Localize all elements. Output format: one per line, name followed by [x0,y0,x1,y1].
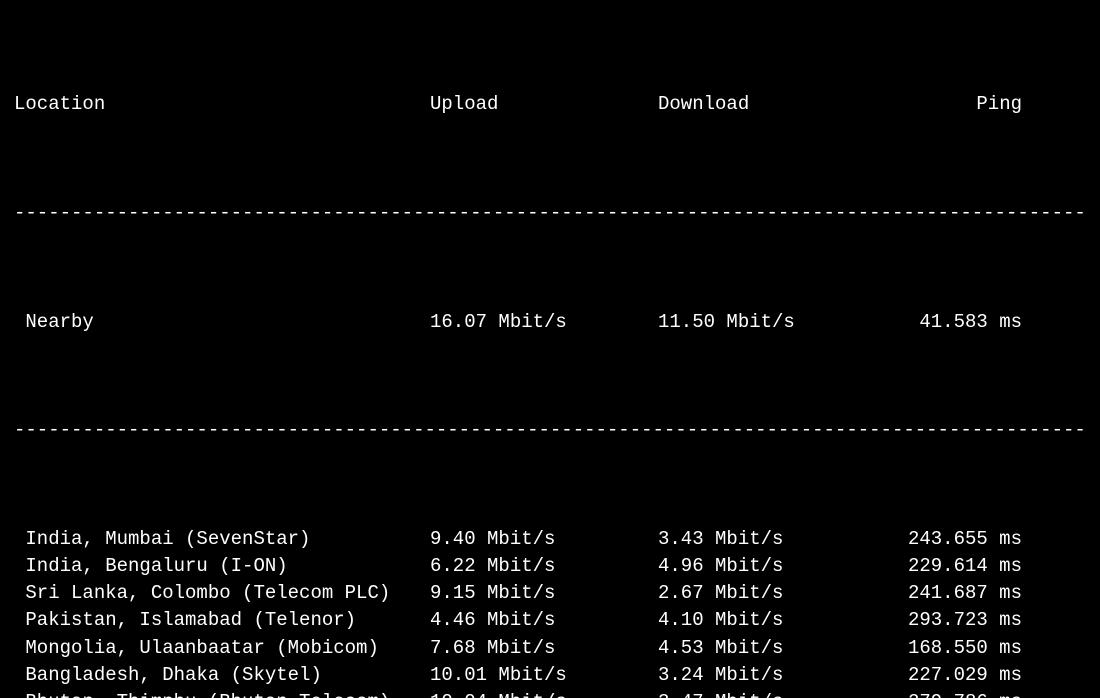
cell-download: 2.67 Mbit/s [658,580,862,607]
cell-location: India, Mumbai (SevenStar) [14,526,430,553]
cell-download: 3.24 Mbit/s [658,662,862,689]
table-row: Sri Lanka, Colombo (Telecom PLC)9.15 Mbi… [14,580,1086,607]
header-upload: Upload [430,91,658,118]
table-row: Mongolia, Ulaanbaatar (Mobicom)7.68 Mbit… [14,635,1086,662]
cell-upload: 6.22 Mbit/s [430,553,658,580]
nearby-row: Nearby 16.07 Mbit/s 11.50 Mbit/s 41.583 … [14,309,1086,336]
cell-ping: 241.687 ms [862,580,1022,607]
nearby-location: Nearby [14,309,430,336]
terminal-output: Location Upload Download Ping ----------… [0,0,1100,698]
table-row: Bangladesh, Dhaka (Skytel)10.01 Mbit/s3.… [14,662,1086,689]
cell-ping: 293.723 ms [862,607,1022,634]
cell-upload: 4.46 Mbit/s [430,607,658,634]
cell-upload: 9.40 Mbit/s [430,526,658,553]
table-header: Location Upload Download Ping [14,91,1086,118]
nearby-ping: 41.583 ms [862,309,1022,336]
results-body: India, Mumbai (SevenStar)9.40 Mbit/s3.43… [14,526,1086,698]
cell-download: 4.53 Mbit/s [658,635,862,662]
cell-location: Bhutan, Thimphu (Bhutan Telecom) [14,689,430,698]
divider: ----------------------------------------… [14,417,1086,444]
cell-location: India, Bengaluru (I-ON) [14,553,430,580]
cell-download: 3.43 Mbit/s [658,526,862,553]
cell-location: Sri Lanka, Colombo (Telecom PLC) [14,580,430,607]
header-ping: Ping [862,91,1022,118]
cell-upload: 9.15 Mbit/s [430,580,658,607]
nearby-upload: 16.07 Mbit/s [430,309,658,336]
nearby-download: 11.50 Mbit/s [658,309,862,336]
cell-ping: 243.655 ms [862,526,1022,553]
table-row: Pakistan, Islamabad (Telenor)4.46 Mbit/s… [14,607,1086,634]
cell-ping: 168.550 ms [862,635,1022,662]
cell-location: Mongolia, Ulaanbaatar (Mobicom) [14,635,430,662]
cell-ping: 279.786 ms [862,689,1022,698]
cell-upload: 10.04 Mbit/s [430,689,658,698]
cell-upload: 7.68 Mbit/s [430,635,658,662]
header-download: Download [658,91,862,118]
cell-ping: 229.614 ms [862,553,1022,580]
cell-download: 4.96 Mbit/s [658,553,862,580]
cell-location: Pakistan, Islamabad (Telenor) [14,607,430,634]
cell-location: Bangladesh, Dhaka (Skytel) [14,662,430,689]
table-row: India, Bengaluru (I-ON)6.22 Mbit/s4.96 M… [14,553,1086,580]
cell-ping: 227.029 ms [862,662,1022,689]
divider: ----------------------------------------… [14,200,1086,227]
cell-download: 4.10 Mbit/s [658,607,862,634]
header-location: Location [14,91,430,118]
table-row: Bhutan, Thimphu (Bhutan Telecom)10.04 Mb… [14,689,1086,698]
cell-upload: 10.01 Mbit/s [430,662,658,689]
cell-download: 3.47 Mbit/s [658,689,862,698]
table-row: India, Mumbai (SevenStar)9.40 Mbit/s3.43… [14,526,1086,553]
